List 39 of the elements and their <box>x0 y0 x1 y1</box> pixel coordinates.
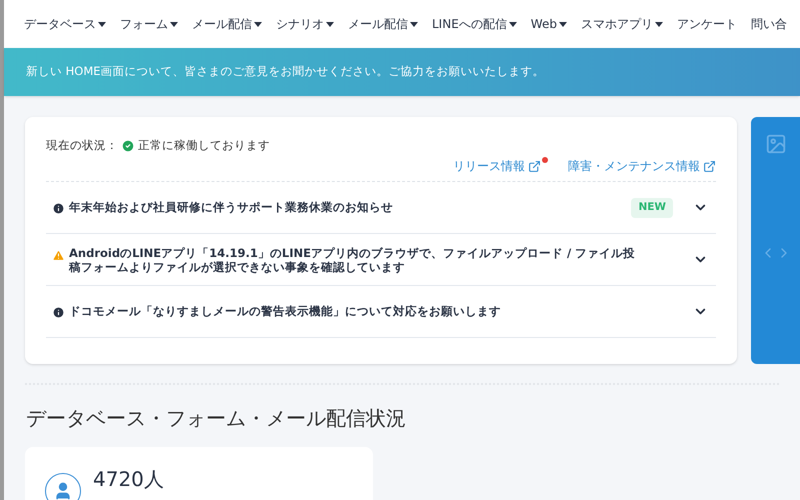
notice-row[interactable]: ドコモメール「なりすましメールの警告表示機能」について対応をお願いします <box>46 286 716 338</box>
new-badge: NEW <box>631 198 673 218</box>
nav-menu-item[interactable]: 問い合 <box>750 15 787 33</box>
status-label: 現在の状況： <box>46 137 118 154</box>
nav-menu-item[interactable]: Web <box>530 15 567 33</box>
info-link[interactable]: リリース情報 <box>453 157 541 176</box>
notice-row[interactable]: AndroidのLINEアプリ「14.19.1」のLINEアプリ内のブラウザで、ファイルアップロード / ファイル投稿フォームよりファイルが選択できない事象を確認しています <box>46 234 716 286</box>
image-icon <box>764 133 786 155</box>
caret-icon <box>508 22 517 26</box>
nav-menu-item[interactable]: LINEへの配信 <box>432 15 517 33</box>
nav-menu-item[interactable]: アンケート <box>676 15 737 33</box>
info-link[interactable]: 障害・メンテナンス情報 <box>568 157 716 176</box>
nav-menu-item[interactable]: メール配信 <box>348 15 418 33</box>
nav-menu-item[interactable]: メール配信 <box>192 15 262 33</box>
section-title: データベース・フォーム・メール配信状況 <box>25 405 407 432</box>
external-link-icon <box>528 160 541 173</box>
caret-icon <box>558 22 567 26</box>
caret-icon <box>98 22 106 26</box>
notice-title: ドコモメール「なりすましメールの警告表示機能」について対応をお願いします <box>69 304 501 318</box>
nav-menu-item[interactable]: フォーム <box>120 15 178 33</box>
nav-menu-item[interactable]: スマホアプリ <box>580 15 663 33</box>
announcement-banner: 新しい HOME画面について、皆さまのご意見をお聞かせください。ご協力をお願いいたします。 <box>4 48 800 96</box>
warning-icon <box>52 248 65 262</box>
info-icon <box>52 306 65 320</box>
notice-row[interactable]: 年末年始および社員研修に伴うサポート業務休業のお知らせ NEW <box>46 182 716 234</box>
caret-icon <box>170 22 178 26</box>
status-text: 正常に稼働しております <box>138 137 270 154</box>
notice-title: 年末年始および社員研修に伴うサポート業務休業のお知らせ <box>69 200 393 214</box>
caret-icon <box>654 22 663 26</box>
stat-value: 4720人 <box>93 467 164 493</box>
user-icon <box>45 473 81 500</box>
caret-icon <box>410 22 418 26</box>
nav-menu-item[interactable]: シナリオ <box>276 15 334 33</box>
caret-icon <box>254 22 262 26</box>
external-link-icon <box>703 160 716 173</box>
notice-title: AndroidのLINEアプリ「14.19.1」のLINEアプリ内のブラウザで、ファイルアップロード / ファイル投稿フォームよりファイルが選択できない事象を確認しています <box>69 246 636 274</box>
nav-menu-item[interactable]: データベース <box>24 15 106 33</box>
info-icon <box>52 202 65 216</box>
caret-icon <box>326 22 334 26</box>
